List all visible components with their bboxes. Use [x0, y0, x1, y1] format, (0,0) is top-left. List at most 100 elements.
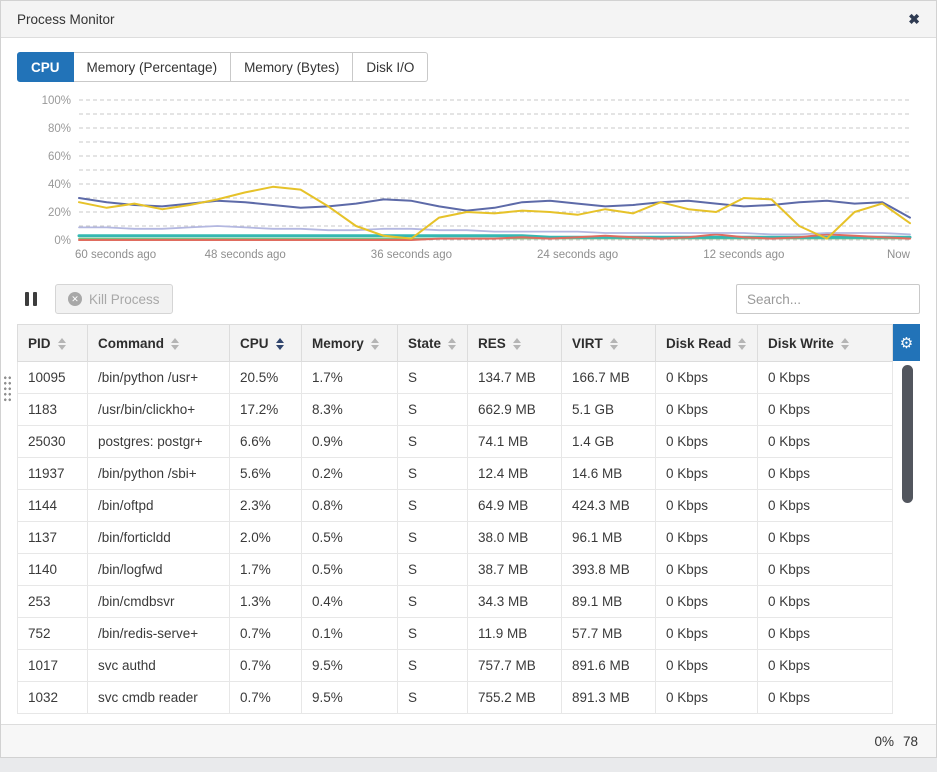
cell-virt: 1.4 GB	[562, 426, 656, 458]
column-header-disk-write[interactable]: Disk Write	[758, 325, 893, 362]
column-header-cpu[interactable]: CPU	[230, 325, 302, 362]
cell-disk-read: 0 Kbps	[656, 650, 758, 682]
cell-disk-write: 0 Kbps	[758, 650, 893, 682]
cell-virt: 89.1 MB	[562, 586, 656, 618]
cell-virt: 166.7 MB	[562, 362, 656, 394]
process-table-grid: PID Command CPU Memory State RES VIRT Disk Read…	[17, 324, 893, 714]
gear-button[interactable]: ⚙	[893, 324, 920, 361]
sort-icon	[276, 338, 284, 350]
cell-pid: 253	[18, 586, 88, 618]
pause-button[interactable]	[17, 286, 45, 312]
cell-cpu: 1.3%	[230, 586, 302, 618]
cell-virt: 5.1 GB	[562, 394, 656, 426]
table-row[interactable]: 1140/bin/logfwd1.7%0.5%S38.7 MB393.8 MB0…	[18, 554, 893, 586]
column-label: Command	[98, 336, 164, 351]
column-label: Disk Write	[768, 336, 834, 351]
table-row[interactable]: 11937/bin/python /sbi+5.6%0.2%S12.4 MB14…	[18, 458, 893, 490]
cell-memory: 0.5%	[302, 522, 398, 554]
cell-disk-write: 0 Kbps	[758, 426, 893, 458]
table-scrollbar[interactable]	[902, 365, 913, 714]
column-header-memory[interactable]: Memory	[302, 325, 398, 362]
tab-disk-i-o[interactable]: Disk I/O	[353, 52, 428, 82]
table-row[interactable]: 1183/usr/bin/clickho+17.2%8.3%S662.9 MB5…	[18, 394, 893, 426]
column-label: Memory	[312, 336, 364, 351]
cell-pid: 1144	[18, 490, 88, 522]
cell-state: S	[398, 554, 468, 586]
cell-cpu: 2.3%	[230, 490, 302, 522]
tab-memory-bytes[interactable]: Memory (Bytes)	[231, 52, 353, 82]
table-row[interactable]: 25030postgres: postgr+6.6%0.9%S74.1 MB1.…	[18, 426, 893, 458]
cell-res: 38.7 MB	[468, 554, 562, 586]
cell-disk-read: 0 Kbps	[656, 426, 758, 458]
table-row[interactable]: 1137/bin/forticldd2.0%0.5%S38.0 MB96.1 M…	[18, 522, 893, 554]
cell-cpu: 17.2%	[230, 394, 302, 426]
cell-pid: 25030	[18, 426, 88, 458]
toolbar: ✕ Kill Process	[17, 284, 920, 314]
svg-text:12 seconds ago: 12 seconds ago	[703, 249, 784, 261]
cell-disk-read: 0 Kbps	[656, 394, 758, 426]
table-row[interactable]: 1017svc authd0.7%9.5%S757.7 MB891.6 MB0 …	[18, 650, 893, 682]
column-header-disk-read[interactable]: Disk Read	[656, 325, 758, 362]
sort-icon	[171, 338, 179, 350]
cell-virt: 393.8 MB	[562, 554, 656, 586]
cell-memory: 0.5%	[302, 554, 398, 586]
table-row[interactable]: 1144/bin/oftpd2.3%0.8%S64.9 MB424.3 MB0 …	[18, 490, 893, 522]
column-header-pid[interactable]: PID	[18, 325, 88, 362]
table-row[interactable]: 752/bin/redis-serve+0.7%0.1%S11.9 MB57.7…	[18, 618, 893, 650]
process-table: PID Command CPU Memory State RES VIRT Disk Read…	[17, 324, 920, 718]
close-icon[interactable]: ✖	[908, 12, 920, 26]
cell-virt: 424.3 MB	[562, 490, 656, 522]
search-input[interactable]	[736, 284, 920, 314]
svg-text:36 seconds ago: 36 seconds ago	[371, 249, 452, 261]
cell-disk-read: 0 Kbps	[656, 682, 758, 714]
svg-text:24 seconds ago: 24 seconds ago	[537, 249, 618, 261]
column-header-state[interactable]: State	[398, 325, 468, 362]
sort-icon	[371, 338, 379, 350]
cell-command: /bin/python /sbi+	[88, 458, 230, 490]
cell-disk-read: 0 Kbps	[656, 458, 758, 490]
column-label: RES	[478, 336, 506, 351]
cell-memory: 0.8%	[302, 490, 398, 522]
cell-memory: 8.3%	[302, 394, 398, 426]
window-title: Process Monitor	[17, 12, 115, 27]
column-header-virt[interactable]: VIRT	[562, 325, 656, 362]
tab-memory-percentage[interactable]: Memory (Percentage)	[74, 52, 232, 82]
table-row[interactable]: 10095/bin/python /usr+20.5%1.7%S134.7 MB…	[18, 362, 893, 394]
cell-res: 755.2 MB	[468, 682, 562, 714]
cell-disk-read: 0 Kbps	[656, 554, 758, 586]
cell-virt: 96.1 MB	[562, 522, 656, 554]
pause-icon	[33, 292, 37, 306]
column-header-res[interactable]: RES	[468, 325, 562, 362]
cell-res: 11.9 MB	[468, 618, 562, 650]
table-row[interactable]: 253/bin/cmdbsvr1.3%0.4%S34.3 MB89.1 MB0 …	[18, 586, 893, 618]
column-label: Disk Read	[666, 336, 731, 351]
table-row[interactable]: 1032svc cmdb reader0.7%9.5%S755.2 MB891.…	[18, 682, 893, 714]
scrollbar-thumb[interactable]	[902, 365, 913, 503]
kill-process-button[interactable]: ✕ Kill Process	[55, 284, 173, 314]
cell-cpu: 6.6%	[230, 426, 302, 458]
cell-command: /bin/cmdbsvr	[88, 586, 230, 618]
status-process-count: 78	[903, 734, 918, 749]
cell-res: 134.7 MB	[468, 362, 562, 394]
svg-text:40%: 40%	[48, 179, 71, 191]
tab-cpu[interactable]: CPU	[17, 52, 74, 82]
cell-command: svc authd	[88, 650, 230, 682]
cell-memory: 9.5%	[302, 682, 398, 714]
cell-cpu: 0.7%	[230, 618, 302, 650]
cell-res: 38.0 MB	[468, 522, 562, 554]
resize-grip[interactable]	[3, 375, 12, 403]
svg-text:20%: 20%	[48, 207, 71, 219]
cell-cpu: 2.0%	[230, 522, 302, 554]
cell-virt: 891.3 MB	[562, 682, 656, 714]
cell-command: /bin/logfwd	[88, 554, 230, 586]
cell-pid: 1032	[18, 682, 88, 714]
cell-command: /bin/python /usr+	[88, 362, 230, 394]
cell-virt: 891.6 MB	[562, 650, 656, 682]
pause-icon	[25, 292, 29, 306]
cell-res: 12.4 MB	[468, 458, 562, 490]
column-header-command[interactable]: Command	[88, 325, 230, 362]
cell-memory: 9.5%	[302, 650, 398, 682]
cell-res: 757.7 MB	[468, 650, 562, 682]
cell-disk-write: 0 Kbps	[758, 554, 893, 586]
cell-res: 34.3 MB	[468, 586, 562, 618]
